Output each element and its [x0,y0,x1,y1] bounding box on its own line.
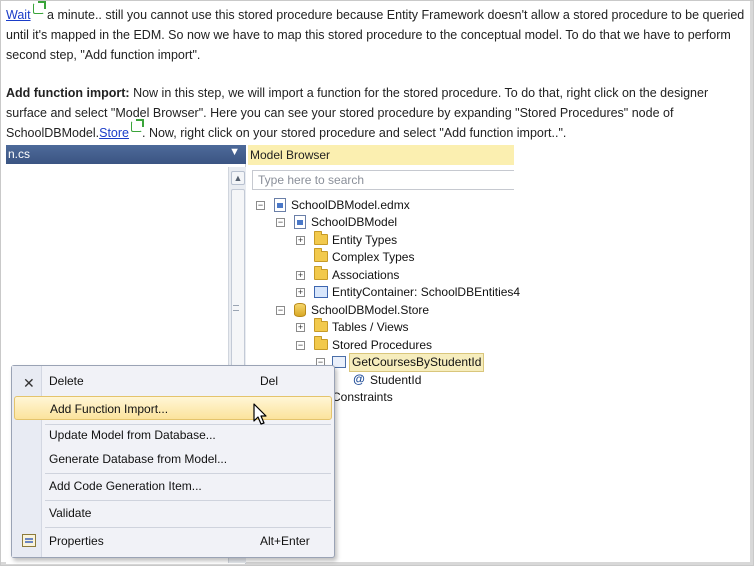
tree-node-store[interactable]: − SchoolDBModel.Store [276,302,511,319]
menu-item-label: Validate [49,506,92,520]
editor-tab[interactable]: n.cs ▼ [6,145,246,164]
tree-node-constraints[interactable]: Constraints [332,389,512,406]
context-menu: ✕ Delete Del Add Function Import... Upda… [11,365,335,558]
menu-item-update-model[interactable]: Update Model from Database... [14,423,332,447]
menu-item-delete[interactable]: ✕ Delete Del [14,369,332,393]
scroll-grip-icon [233,305,239,311]
tree-label: StudentId [370,373,422,387]
tree-node-complex-types[interactable]: Complex Types [296,248,511,266]
tree-node-model[interactable]: − SchoolDBModel [276,214,511,231]
collapse-icon[interactable]: − [276,306,285,315]
tree-node-tables-views[interactable]: + Tables / Views [296,318,511,336]
tree-node-entity-types[interactable]: + Entity Types [296,231,511,249]
properties-icon [22,534,36,547]
tree-node-parameter[interactable]: @ StudentId [352,372,512,389]
menu-item-label: Update Model from Database... [49,428,216,442]
tree-node-associations[interactable]: + Associations [296,266,511,284]
expand-icon[interactable]: + [296,271,305,280]
parameter-icon: @ [353,372,365,386]
tree-node-entity-container[interactable]: + EntityContainer: SchoolDBEntities4 [296,284,520,301]
folder-icon [314,318,328,332]
edmx-file-icon [274,198,286,212]
external-link-icon [32,1,46,14]
menu-item-label: Add Function Import... [50,402,169,416]
tree-label: SchoolDBModel [311,215,398,229]
menu-item-shortcut: Del [260,374,279,388]
tree-label: Stored Procedures [332,338,433,352]
menu-item-label: Add Code Generation Item... [49,479,202,493]
entity-container-icon [314,286,328,298]
database-icon [294,303,306,317]
tree-label: Associations [332,268,400,282]
tree-label: SchoolDBModel.edmx [291,198,410,212]
expand-icon[interactable]: + [296,236,305,245]
article-paragraph-1: Wait a minute.. still you cannot use thi… [6,1,748,65]
paragraph-1-text: a minute.. still you cannot use this sto… [6,8,745,62]
article-paragraph-2: Add function import: Now in this step, w… [6,83,748,143]
menu-item-label: Properties [49,534,104,548]
expand-icon[interactable]: + [296,323,305,332]
collapse-icon[interactable]: − [276,218,285,227]
collapse-icon[interactable]: − [296,341,305,350]
tab-dropdown-icon[interactable]: ▼ [229,146,240,158]
tree-label: Complex Types [332,250,415,264]
tree-node-stored-procedures[interactable]: − Stored Procedures [296,336,511,354]
editor-tab-label: n.cs [8,147,31,161]
menu-item-properties[interactable]: Properties Alt+Enter [14,529,332,553]
menu-item-generate-database[interactable]: Generate Database from Model... [14,447,332,471]
model-browser-title: Model Browser [248,145,514,165]
menu-item-label: Generate Database from Model... [49,452,228,466]
folder-icon [314,231,328,245]
menu-item-label: Delete [49,374,84,388]
scroll-thumb[interactable] [231,189,245,369]
model-browser-search-input[interactable]: Type here to search [252,170,514,190]
tree-label: SchoolDBModel.Store [311,303,430,317]
collapse-icon[interactable]: − [256,201,265,210]
paragraph-2-text-b: . Now, right click on your stored proced… [142,126,567,140]
menu-separator [45,527,331,528]
menu-item-add-code-generation[interactable]: Add Code Generation Item... [14,474,332,498]
menu-item-shortcut: Alt+Enter [260,534,310,548]
paragraph-2-heading: Add function import: [6,86,130,100]
tree-label: Entity Types [332,233,398,247]
menu-item-add-function-import[interactable]: Add Function Import... [14,396,332,420]
menu-item-validate[interactable]: Validate [14,501,332,525]
tree-label-selected: GetCoursesByStudentId [349,353,485,372]
tree-label: Constraints [332,390,393,404]
tree-label: EntityContainer: SchoolDBEntities4 [332,285,521,299]
external-link-icon [131,119,144,132]
tree-label: Tables / Views [332,320,409,334]
model-icon [294,215,306,229]
scroll-up-icon[interactable]: ▲ [231,171,245,185]
folder-icon [314,266,328,280]
mouse-pointer-icon [253,403,267,425]
tree-node-edmx[interactable]: − SchoolDBModel.edmx [256,197,511,214]
expand-icon[interactable]: + [296,288,305,297]
delete-icon: ✕ [23,375,35,391]
tree-node-procedure[interactable]: − GetCoursesByStudentId [316,353,511,372]
wait-link[interactable]: Wait [6,8,31,22]
store-link[interactable]: Store [99,126,129,140]
folder-icon [314,336,328,350]
folder-icon [314,248,328,262]
